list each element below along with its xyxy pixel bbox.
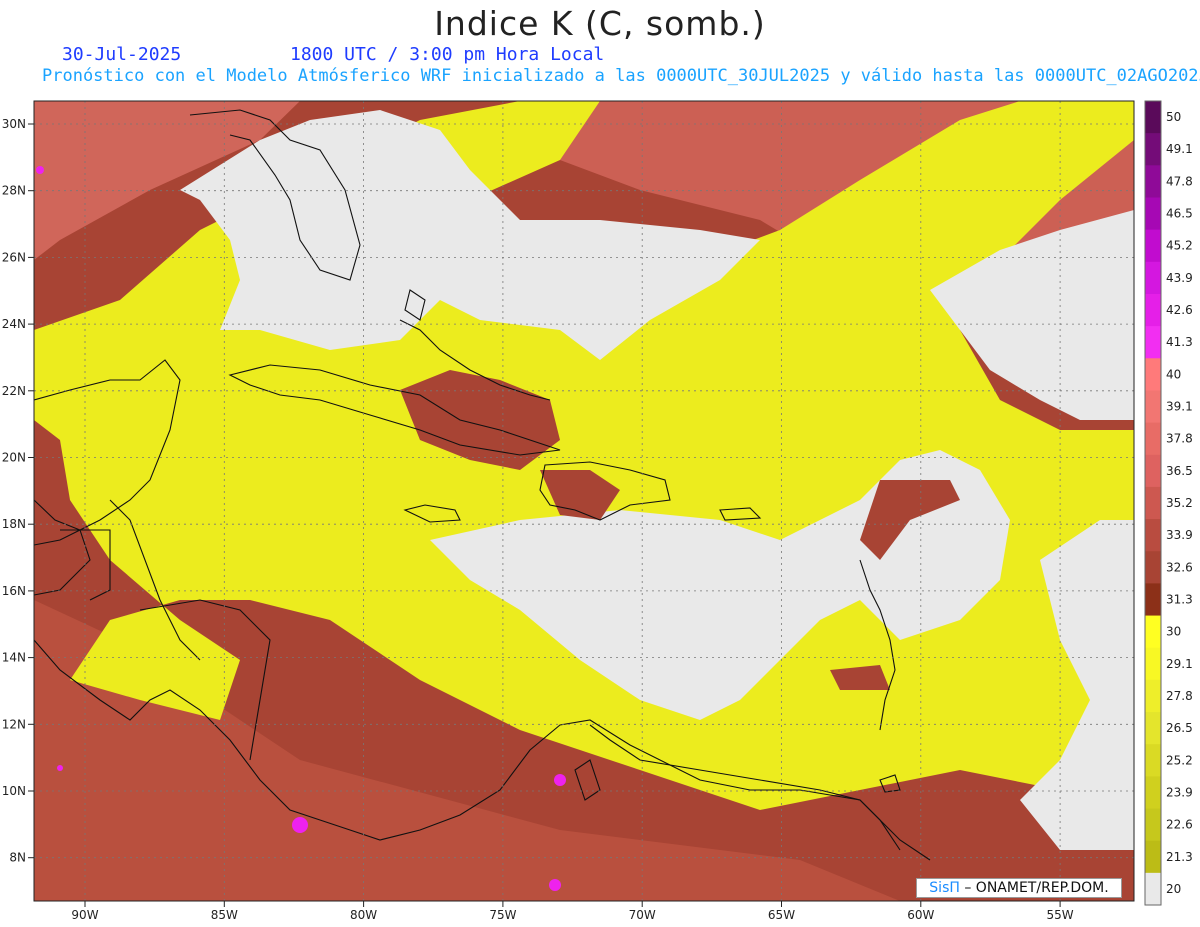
legend-label: 50: [1166, 110, 1181, 124]
legend-swatch: [1145, 808, 1161, 842]
lon-label: 70W: [629, 908, 656, 922]
lat-label: 30N: [2, 117, 26, 131]
legend-label: 27.8: [1166, 689, 1193, 703]
legend-swatch: [1145, 454, 1161, 488]
legend-swatch: [1145, 776, 1161, 810]
field-magenta-panama: [292, 817, 308, 833]
legend-label: 49.1: [1166, 142, 1193, 156]
legend-label: 25.2: [1166, 753, 1193, 767]
color-legend: 50 49.1 47.8 46.5 45.2 43.9 42.6 41.3 40 39.1 37.8…: [1144, 100, 1193, 906]
legend-swatch: [1145, 519, 1161, 552]
lat-label: 28N: [2, 184, 26, 198]
legend-label: 39.1: [1166, 400, 1193, 414]
sispi-logo: SisΠ: [929, 880, 960, 896]
legend-swatch: [1145, 133, 1161, 166]
legend-swatch: [1145, 583, 1161, 617]
legend-swatch: [1145, 229, 1161, 263]
legend-label: 42.6: [1166, 303, 1193, 317]
legend-label: 23.9: [1166, 785, 1193, 799]
lon-label: 65W: [768, 908, 795, 922]
lat-label: 16N: [2, 584, 26, 598]
legend-label: 31.3: [1166, 592, 1193, 606]
field-magenta-south: [549, 879, 561, 891]
lon-label: 75W: [489, 908, 516, 922]
credit-text: – ONAMET/REP.DOM.: [964, 880, 1109, 896]
credit-box: SisΠ – ONAMET/REP.DOM.: [916, 878, 1122, 898]
legend-label: 26.5: [1166, 721, 1193, 735]
field-magenta-colombia: [554, 774, 566, 786]
lat-labels: 30N 28N 26N 24N 22N 20N 18N 16N 14N 12N 10N 8N: [2, 117, 34, 865]
legend-label: 32.6: [1166, 560, 1193, 574]
lat-label: 10N: [2, 784, 26, 798]
lon-label: 85W: [211, 908, 238, 922]
legend-swatch: [1145, 872, 1161, 906]
lat-label: 20N: [2, 451, 26, 465]
legend-swatch: [1145, 647, 1161, 681]
lon-label: 90W: [71, 908, 98, 922]
legend-swatch: [1145, 679, 1161, 713]
legend-swatch: [1145, 165, 1161, 198]
legend-swatch: [1145, 293, 1161, 327]
lat-label: 26N: [2, 250, 26, 264]
legend-swatch: [1145, 326, 1161, 359]
legend-label: 47.8: [1166, 174, 1193, 188]
legend-swatch: [1145, 358, 1161, 391]
weather-map: 30N 28N 26N 24N 22N 20N 18N 16N 14N 12N 10N 8N 90W 8…: [2, 100, 1193, 922]
legend-label: 29.1: [1166, 657, 1193, 671]
legend-swatch: [1145, 712, 1161, 745]
lat-label: 12N: [2, 717, 26, 731]
lat-label: 24N: [2, 317, 26, 331]
lat-label: 14N: [2, 651, 26, 665]
legend-label: 33.9: [1166, 528, 1193, 542]
map-field: [34, 101, 1134, 901]
legend-swatch: [1145, 551, 1161, 584]
legend-label: 45.2: [1166, 239, 1193, 253]
legend-label: 40: [1166, 367, 1181, 381]
legend-label: 30: [1166, 625, 1181, 639]
legend-label: 22.6: [1166, 818, 1193, 832]
field-magenta-west: [36, 166, 44, 174]
legend-swatch: [1145, 261, 1161, 295]
lon-label: 80W: [350, 908, 377, 922]
legend-swatch: [1145, 486, 1161, 520]
legend-swatch: [1145, 101, 1161, 134]
lat-label: 8N: [9, 851, 26, 865]
legend-label: 41.3: [1166, 335, 1193, 349]
legend-swatch: [1145, 840, 1161, 874]
legend-label: 21.3: [1166, 850, 1193, 864]
legend-swatch: [1145, 615, 1161, 649]
legend-label: 20: [1166, 882, 1181, 896]
legend-swatch: [1145, 390, 1161, 424]
lon-label: 55W: [1047, 908, 1074, 922]
legend-swatch: [1145, 197, 1161, 231]
legend-label: 43.9: [1166, 271, 1193, 285]
legend-label: 35.2: [1166, 496, 1193, 510]
legend-label: 36.5: [1166, 464, 1193, 478]
legend-swatch: [1145, 422, 1161, 456]
lat-label: 22N: [2, 384, 26, 398]
lon-label: 60W: [907, 908, 934, 922]
legend-swatch: [1145, 744, 1161, 777]
legend-label: 46.5: [1166, 207, 1193, 221]
legend-label: 37.8: [1166, 432, 1193, 446]
field-magenta-pacific: [57, 765, 63, 771]
lon-labels: 90W 85W 80W 75W 70W 65W 60W 55W: [71, 901, 1074, 922]
lat-label: 18N: [2, 517, 26, 531]
